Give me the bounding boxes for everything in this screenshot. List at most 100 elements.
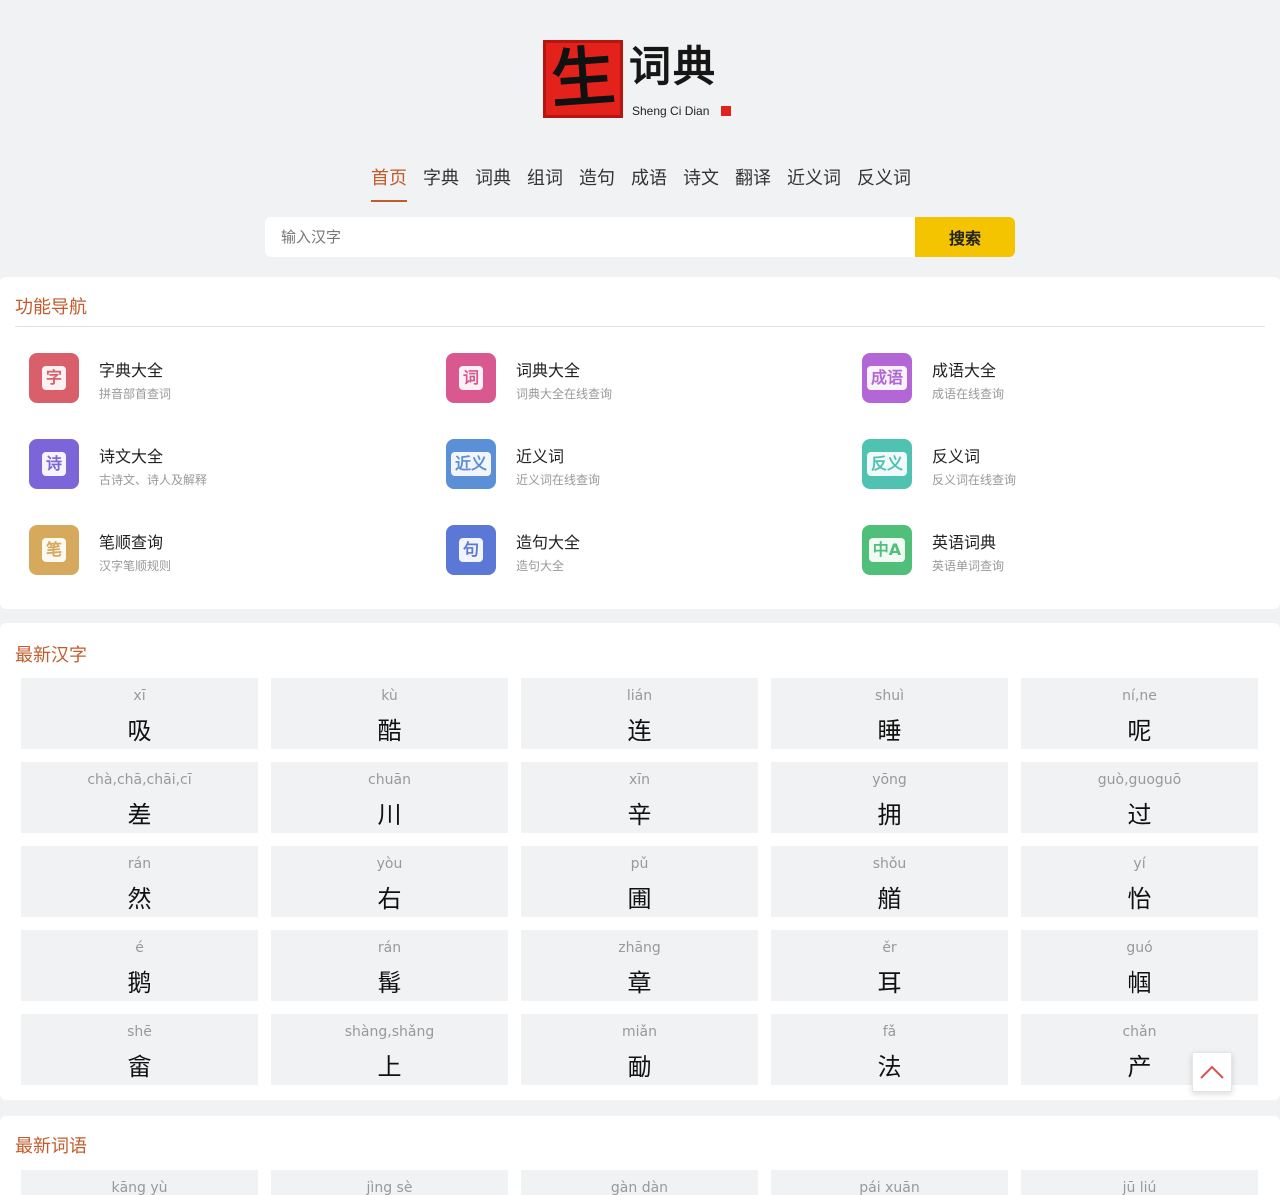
feature-item[interactable]: 成语 成语大全 成语在线查询 bbox=[862, 353, 1222, 409]
char-card[interactable]: shē 畲 bbox=[21, 1014, 258, 1085]
char-pinyin: chǎn bbox=[1122, 1024, 1157, 1040]
char-hanzi: 辛 bbox=[627, 801, 652, 829]
nav-zaoju[interactable]: 造句 bbox=[579, 166, 615, 202]
char-pinyin: chuān bbox=[368, 772, 411, 788]
char-hanzi: 吸 bbox=[127, 717, 152, 745]
char-pinyin: shǒu bbox=[872, 856, 907, 872]
nav-cidian[interactable]: 词典 bbox=[475, 166, 511, 202]
word-card[interactable]: kāng yù bbox=[21, 1170, 258, 1195]
nav-fanyi[interactable]: 翻译 bbox=[735, 166, 771, 202]
char-card[interactable]: shǒu 艏 bbox=[771, 846, 1008, 917]
feature-title: 反义词 bbox=[932, 447, 981, 466]
feature-desc: 英语单词查询 bbox=[932, 559, 1005, 573]
char-pinyin: rán bbox=[377, 940, 402, 956]
feature-desc: 汉字笔顺规则 bbox=[99, 559, 172, 573]
char-card[interactable]: é鹅 bbox=[21, 930, 258, 1001]
nav-home[interactable]: 首页 bbox=[371, 166, 407, 202]
char-pinyin: miǎn bbox=[622, 1024, 657, 1040]
char-card[interactable]: pǔ 圃 bbox=[521, 846, 758, 917]
logo-seal: 生 bbox=[543, 39, 623, 118]
char-hanzi: 然 bbox=[127, 885, 152, 913]
char-pinyin: guó bbox=[1126, 940, 1153, 956]
char-hanzi: 畲 bbox=[127, 1053, 152, 1081]
char-card[interactable]: xī 吸 bbox=[21, 678, 258, 749]
word-card[interactable]: gàn dàn bbox=[521, 1170, 758, 1195]
char-card[interactable]: rán 然 bbox=[21, 846, 258, 917]
back-to-top-button[interactable] bbox=[1192, 1052, 1232, 1092]
char-card[interactable]: rán 髯 bbox=[271, 930, 508, 1001]
feature-item[interactable]: 句造句大全 造句大全 bbox=[446, 525, 806, 581]
zidian-icon: 字 bbox=[29, 353, 79, 403]
feature-title: 诗文大全 bbox=[99, 447, 164, 466]
char-card[interactable]: chà,chā,chāi,cī 差 bbox=[21, 762, 258, 833]
char-card[interactable]: yí 怡 bbox=[1021, 846, 1258, 917]
nav-shiwen[interactable]: 诗文 bbox=[683, 166, 719, 202]
word-card[interactable]: jū liú bbox=[1021, 1170, 1258, 1195]
site-logo[interactable]: 生 词典 Sheng Ci Dian bbox=[543, 39, 743, 120]
word-card[interactable]: pái xuān bbox=[771, 1170, 1008, 1195]
char-pinyin: shuì bbox=[875, 688, 904, 704]
feature-item[interactable]: 中A 英语词典 英语单词查询 bbox=[862, 525, 1222, 581]
feature-item[interactable]: 诗 诗文大全古诗文、诗人及解释 bbox=[29, 439, 389, 495]
char-hanzi: 怡 bbox=[1127, 885, 1152, 913]
feature-item[interactable]: 词 词典大全 词典大全在线查询 bbox=[446, 353, 806, 409]
char-pinyin: shē bbox=[127, 1024, 152, 1040]
char-card[interactable]: ěr 耳 bbox=[771, 930, 1008, 1001]
char-pinyin: chà,chā,chāi,cī bbox=[87, 772, 192, 788]
char-hanzi: 章 bbox=[627, 969, 652, 997]
char-hanzi: 帼 bbox=[1127, 969, 1152, 997]
char-card[interactable]: miǎn 勔 bbox=[521, 1014, 758, 1085]
char-hanzi: 酷 bbox=[377, 717, 402, 745]
feature-desc: 古诗文、诗人及解释 bbox=[99, 473, 208, 487]
char-card[interactable]: ní,ne 呢 bbox=[1021, 678, 1258, 749]
char-card[interactable]: zhāng 章 bbox=[521, 930, 758, 1001]
char-hanzi: 睡 bbox=[877, 717, 902, 745]
char-card[interactable]: shàng,shǎng 上 bbox=[271, 1014, 508, 1085]
nav-chengyu[interactable]: 成语 bbox=[631, 166, 667, 202]
char-card[interactable]: kù 酷 bbox=[271, 678, 508, 749]
char-pinyin: rán bbox=[127, 856, 152, 872]
word-card[interactable]: jìng sè bbox=[271, 1170, 508, 1195]
feature-item[interactable]: 反义 反义词 反义词在线查询 bbox=[862, 439, 1222, 495]
char-pinyin: é bbox=[135, 940, 144, 956]
char-card[interactable]: chuān 川 bbox=[271, 762, 508, 833]
nav-fanyici[interactable]: 反义词 bbox=[857, 166, 911, 202]
char-hanzi: 耳 bbox=[877, 969, 902, 997]
char-pinyin: shàng,shǎng bbox=[344, 1024, 435, 1040]
char-card[interactable]: fǎ 法 bbox=[771, 1014, 1008, 1085]
char-card[interactable]: yōng 拥 bbox=[771, 762, 1008, 833]
feature-nav-title: 功能导航 bbox=[15, 297, 87, 318]
feature-nav-panel: 功能导航 字 字典大全 拼音部首查词 词 词典大全 词典大全在线查询 成语 成语大全 成语在线查… bbox=[0, 277, 1280, 609]
char-card[interactable]: lián 连 bbox=[521, 678, 758, 749]
logo-title: 词典 bbox=[629, 42, 718, 91]
char-card[interactable]: guò,guoguō 过 bbox=[1021, 762, 1258, 833]
jinyici-icon: 近义 bbox=[446, 439, 496, 489]
char-pinyin: ěr bbox=[882, 940, 897, 956]
feature-item[interactable]: 笔 笔顺查询 汉字笔顺规则 bbox=[29, 525, 389, 581]
divider bbox=[15, 326, 1265, 327]
zaoju-icon: 句 bbox=[446, 525, 496, 575]
char-card[interactable]: yòu 右 bbox=[271, 846, 508, 917]
feature-desc: 词典大全在线查询 bbox=[516, 387, 613, 401]
char-pinyin: yí bbox=[1133, 856, 1146, 872]
word-pinyin: jìng sè bbox=[366, 1180, 413, 1195]
feature-item[interactable]: 近义 近义词 近义词在线查询 bbox=[446, 439, 806, 495]
char-card[interactable]: xīn 辛 bbox=[521, 762, 758, 833]
search-button[interactable]: 搜索 bbox=[915, 217, 1015, 257]
search-bar: 搜索 bbox=[265, 217, 1015, 257]
search-input[interactable] bbox=[265, 217, 915, 257]
char-hanzi: 法 bbox=[877, 1053, 902, 1081]
word-pinyin: pái xuān bbox=[859, 1180, 920, 1195]
nav-zuci[interactable]: 组词 bbox=[527, 166, 563, 202]
char-card[interactable]: guó 帼 bbox=[1021, 930, 1258, 1001]
nav-jinyici[interactable]: 近义词 bbox=[787, 166, 841, 202]
char-card[interactable]: shuì 睡 bbox=[771, 678, 1008, 749]
feature-item[interactable]: 字 字典大全 拼音部首查词 bbox=[29, 353, 389, 409]
char-hanzi: 拥 bbox=[877, 801, 902, 829]
char-pinyin: yòu bbox=[376, 856, 403, 872]
nav-zidian[interactable]: 字典 bbox=[423, 166, 459, 202]
shiwen-icon: 诗 bbox=[29, 439, 79, 489]
char-pinyin: pǔ bbox=[630, 856, 649, 872]
char-pinyin: xīn bbox=[628, 772, 651, 788]
char-pinyin: xī bbox=[133, 688, 146, 704]
